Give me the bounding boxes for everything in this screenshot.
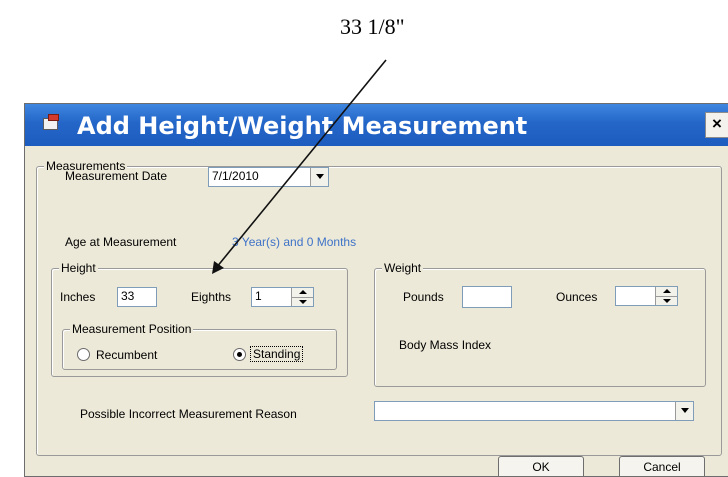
dialog-title: Add Height/Weight Measurement xyxy=(77,112,528,140)
incorrect-reason-combo[interactable] xyxy=(374,401,694,421)
weight-legend: Weight xyxy=(382,261,424,275)
age-value: 3 Year(s) and 0 Months xyxy=(232,235,357,249)
add-height-weight-dialog: Add Height/Weight Measurement × Measurem… xyxy=(24,103,728,477)
inches-value: 33 xyxy=(121,289,135,303)
chevron-down-icon[interactable] xyxy=(310,168,328,186)
standing-radio[interactable] xyxy=(233,348,246,361)
ounces-label: Ounces xyxy=(556,290,598,304)
spinner-arrows-icon[interactable] xyxy=(291,288,313,306)
title-bar[interactable]: Add Height/Weight Measurement × xyxy=(25,104,728,146)
ounces-spinner[interactable] xyxy=(615,286,678,306)
recumbent-radio[interactable] xyxy=(77,348,90,361)
measurement-date-value: 7/1/2010 xyxy=(212,169,259,183)
measurement-date-label: Measurement Date xyxy=(65,169,168,183)
app-icon xyxy=(43,114,59,130)
eighths-value: 1 xyxy=(255,289,262,303)
eighths-spinner[interactable]: 1 xyxy=(251,287,314,307)
cancel-button[interactable]: Cancel xyxy=(619,456,705,476)
eighths-label: Eighths xyxy=(191,290,232,304)
recumbent-label[interactable]: Recumbent xyxy=(96,348,157,362)
ok-button[interactable]: OK xyxy=(498,456,584,476)
chevron-down-icon[interactable] xyxy=(675,402,693,420)
incorrect-reason-label: Possible Incorrect Measurement Reason xyxy=(80,407,297,421)
close-button[interactable]: × xyxy=(705,112,728,138)
spinner-arrows-icon[interactable] xyxy=(655,287,677,305)
measurement-date-combo[interactable]: 7/1/2010 xyxy=(208,167,329,187)
age-label: Age at Measurement xyxy=(65,235,177,249)
height-legend: Height xyxy=(59,261,98,275)
inches-field[interactable]: 33 xyxy=(117,287,157,307)
inches-label: Inches xyxy=(60,290,96,304)
bmi-label: Body Mass Index xyxy=(399,338,492,352)
standing-label[interactable]: Standing xyxy=(250,346,304,362)
pounds-field[interactable] xyxy=(462,286,512,308)
pounds-label: Pounds xyxy=(403,290,444,304)
measurement-position-legend: Measurement Position xyxy=(70,322,194,336)
annotation-label: 33 1/8" xyxy=(340,14,405,39)
